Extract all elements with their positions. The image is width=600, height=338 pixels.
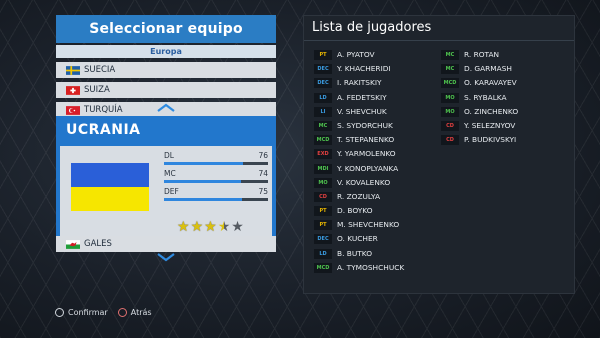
player-name: O. KARAVAYEV: [464, 78, 517, 88]
position-badge: MC: [441, 64, 459, 75]
position-badge: DEC: [314, 64, 332, 75]
country-name: GALES: [84, 239, 112, 249]
country-name: TURQUÍA: [84, 105, 123, 115]
position-badge: LI: [314, 106, 332, 117]
selected-team-card[interactable]: UCRANIA DL 76 MC 74 DEF 75 ★ ★ ★ ★ ★: [56, 116, 276, 249]
stat-value: 74: [258, 169, 268, 178]
stat-bar: [164, 180, 241, 183]
position-badge: DEC: [314, 234, 332, 245]
confirm-hint[interactable]: Confirmar: [68, 308, 108, 317]
player-list-title: Lista de jugadores: [304, 16, 574, 41]
player-name: R. ROTAN: [464, 50, 500, 59]
selected-team-name: UCRANIA: [66, 122, 141, 138]
player-name: B. BUTKO: [337, 248, 373, 258]
player-name: Y. SELEZNYOV: [464, 120, 516, 130]
position-badge: LD: [314, 248, 332, 259]
star-icon: ★: [204, 219, 217, 235]
star-icon: ★: [231, 219, 244, 235]
position-badge: MCD: [314, 262, 332, 273]
circle-button-icon: [117, 308, 127, 317]
star-icon: ★: [190, 219, 204, 235]
position-badge: CD: [441, 120, 459, 131]
player-name: M. SHEVCHENKO: [337, 220, 400, 230]
stat-value: 75: [258, 187, 268, 196]
team-select-panel: Seleccionar equipo Europa SUECIA SUIZA T…: [56, 15, 276, 262]
player-name: O. ZINCHENKO: [464, 106, 519, 116]
cross-button-icon: [55, 308, 64, 317]
player-name: T. STEPANENKO: [337, 135, 395, 145]
position-badge: CD: [314, 191, 332, 202]
stat-bar: [164, 162, 244, 165]
team-rating-stars: ★ ★ ★ ★ ★: [177, 220, 244, 234]
position-badge: DEC: [314, 78, 332, 89]
stat-bar: [164, 198, 242, 201]
stat-value: 76: [258, 151, 268, 160]
stat-label: MC: [164, 169, 176, 178]
player-name: A. TYMOSHCHUCK: [337, 262, 405, 272]
position-badge: LD: [314, 92, 332, 103]
position-badge: MCD: [441, 78, 459, 89]
position-badge: MO: [441, 92, 459, 103]
switzerland-flag-icon: [66, 86, 80, 95]
player-name: P. BUDKIVSKYI: [464, 135, 517, 145]
country-item-suiza[interactable]: SUIZA: [56, 82, 276, 98]
star-icon: ★: [217, 219, 231, 235]
position-badge: MO: [441, 106, 459, 117]
player-name: V. SHEVCHUK: [337, 106, 387, 116]
country-name: SUECIA: [84, 65, 116, 75]
position-badge: PT: [314, 206, 332, 217]
player-name: D. GARMASH: [464, 64, 512, 74]
position-badge: PT: [314, 50, 332, 60]
back-hint[interactable]: Atrás: [131, 308, 152, 317]
player-name: R. ZOZULYA: [337, 191, 381, 201]
country-item-suecia[interactable]: SUECIA: [56, 62, 276, 78]
wales-flag-icon: [66, 240, 80, 249]
player-name: Y. KONOPLYANKA: [337, 163, 399, 173]
country-name: SUIZA: [84, 85, 110, 95]
position-badge: MC: [314, 120, 332, 131]
footer-hints: Confirmar Atrás: [55, 308, 152, 317]
player-name: D. BOYKO: [337, 206, 373, 216]
stat-label: DL: [164, 151, 174, 160]
team-info-box: DL 76 MC 74 DEF 75 ★ ★ ★ ★ ★: [60, 146, 272, 245]
player-name: I. RAKITSKIY: [337, 78, 382, 88]
player-name: Y. KHACHERIDI: [337, 64, 391, 74]
player-name: O. KUCHER: [337, 234, 378, 244]
position-badge: MDI: [314, 163, 332, 174]
star-icon: ★: [177, 219, 190, 235]
position-badge: MCD: [314, 135, 332, 146]
player-name: Y. YARMOLENKO: [337, 149, 396, 159]
position-badge: MO: [314, 177, 332, 188]
player-name: S. SYDORCHUK: [337, 120, 393, 130]
player-name: V. KOVALENKO: [337, 177, 391, 187]
player-name: A. PYATOV: [337, 50, 375, 59]
stat-label: DEF: [164, 187, 179, 196]
scroll-up-icon[interactable]: [156, 103, 176, 113]
player-list-panel: Lista de jugadores PT A. PYATOV DEC Y. KHAC…: [303, 15, 575, 294]
region-label[interactable]: Europa: [56, 45, 276, 58]
position-badge: CD: [441, 135, 459, 146]
ukraine-flag-icon: [71, 163, 149, 211]
position-badge: EXD: [314, 149, 332, 160]
player-name: A. FEDETSKIY: [337, 92, 387, 102]
position-badge: PT: [314, 220, 332, 231]
panel-title: Seleccionar equipo: [56, 15, 276, 43]
country-item-gales[interactable]: GALES: [56, 236, 276, 252]
position-badge: MC: [441, 50, 459, 60]
scroll-down-icon[interactable]: [156, 252, 176, 262]
turkey-flag-icon: [66, 106, 80, 115]
sweden-flag-icon: [66, 66, 80, 75]
player-name: S. RYBALKA: [464, 92, 507, 102]
